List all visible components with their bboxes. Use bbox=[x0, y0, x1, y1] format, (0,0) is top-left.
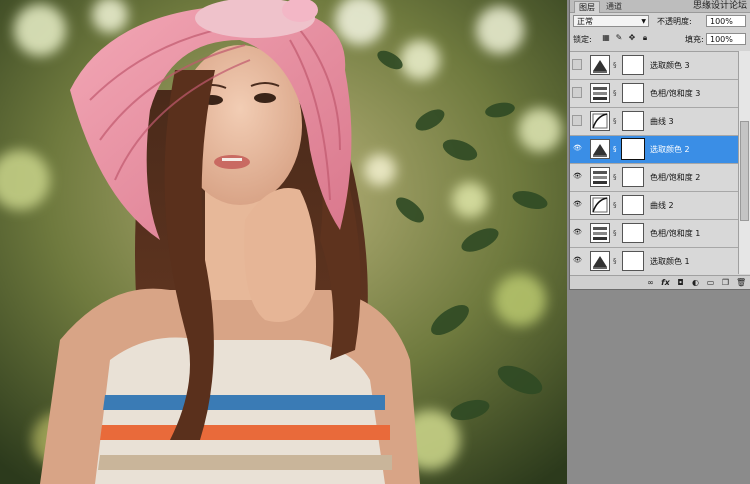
layer-mask-thumbnail[interactable] bbox=[622, 251, 644, 271]
visibility-toggle[interactable] bbox=[572, 87, 582, 98]
layers-panel: 图层 通道 思缘设计论坛 正常 ▼ 不透明度: 100% 锁定: ▦ ✎ ✥ 🔒… bbox=[569, 0, 750, 290]
layer-mask-thumbnail[interactable] bbox=[622, 55, 644, 75]
eye-icon[interactable]: 👁︎ bbox=[572, 143, 582, 154]
eye-icon[interactable]: 👁︎ bbox=[572, 227, 582, 238]
curves-icon[interactable] bbox=[590, 111, 610, 131]
chain-link-icon[interactable]: § bbox=[613, 89, 617, 97]
lock-icons: ▦ ✎ ✥ 🔒︎ bbox=[601, 33, 650, 43]
layer-name: 色相/饱和度 2 bbox=[650, 173, 701, 182]
lock-transparent-icon[interactable]: ▦ bbox=[601, 33, 611, 43]
chain-link-icon[interactable]: § bbox=[613, 61, 617, 69]
layers-scrollbar[interactable] bbox=[738, 51, 750, 274]
new-layer-icon[interactable]: ❐ bbox=[721, 278, 730, 287]
chain-link-icon[interactable]: § bbox=[613, 229, 617, 237]
chevron-down-icon: ▼ bbox=[641, 18, 646, 25]
scrollbar-thumb[interactable] bbox=[740, 121, 749, 221]
photo-illustration bbox=[0, 0, 567, 484]
blend-mode-select[interactable]: 正常 ▼ bbox=[573, 15, 649, 27]
lock-move-icon[interactable]: ✥ bbox=[627, 33, 637, 43]
layer-row[interactable]: § 选取颜色 3 bbox=[570, 52, 738, 80]
visibility-toggle[interactable] bbox=[572, 59, 582, 70]
selective-color-icon[interactable] bbox=[590, 55, 610, 75]
layer-name: 色相/饱和度 3 bbox=[650, 89, 701, 98]
lock-label: 锁定: bbox=[573, 35, 592, 44]
chain-link-icon[interactable]: § bbox=[613, 145, 617, 153]
chain-link-icon[interactable]: § bbox=[613, 173, 617, 181]
lock-fill-row: 锁定: ▦ ✎ ✥ 🔒︎ 填充: 100% bbox=[573, 33, 748, 47]
layer-name: 选取颜色 3 bbox=[650, 61, 690, 70]
layer-name: 选取颜色 2 bbox=[650, 145, 690, 154]
layer-row[interactable]: 👁︎ § 曲线 2 bbox=[570, 192, 738, 220]
adjustment-layer-icon[interactable]: ◐ bbox=[691, 278, 700, 287]
eye-icon[interactable]: 👁︎ bbox=[572, 171, 582, 182]
layers-list: § 选取颜色 3 § 色相/饱和度 3 § 曲线 3 👁︎ § 选取颜色 2 👁︎ § 色相/饱和度 … bbox=[570, 51, 738, 276]
visibility-toggle[interactable] bbox=[572, 115, 582, 126]
watermark-text: 思缘设计论坛 bbox=[692, 1, 747, 11]
hue-saturation-icon[interactable] bbox=[590, 167, 610, 187]
layer-name: 曲线 2 bbox=[650, 201, 674, 210]
chain-link-icon[interactable]: § bbox=[613, 257, 617, 265]
layer-row[interactable]: 👁︎ § 色相/饱和度 1 bbox=[570, 220, 738, 248]
group-folder-icon[interactable]: ▭ bbox=[706, 278, 715, 287]
blend-opacity-row: 正常 ▼ 不透明度: 100% bbox=[573, 15, 748, 29]
eye-icon[interactable]: 👁︎ bbox=[572, 199, 582, 210]
hue-saturation-icon[interactable] bbox=[590, 223, 610, 243]
layer-mask-thumbnail[interactable] bbox=[622, 83, 644, 103]
curves-icon[interactable] bbox=[590, 195, 610, 215]
fx-icon[interactable]: fx bbox=[661, 278, 670, 287]
layer-mask-thumbnail[interactable] bbox=[622, 111, 644, 131]
layer-mask-thumbnail[interactable] bbox=[622, 167, 644, 187]
lock-all-icon[interactable]: 🔒︎ bbox=[640, 33, 650, 43]
hue-saturation-icon[interactable] bbox=[590, 83, 610, 103]
panel-bottom-toolbar: ∞ fx ◘ ◐ ▭ ❐ 🗑︎ bbox=[570, 275, 750, 289]
layer-mask-thumbnail[interactable] bbox=[621, 138, 645, 160]
chain-link-icon[interactable]: § bbox=[613, 117, 617, 125]
fill-field[interactable]: 100% bbox=[706, 33, 746, 45]
eye-icon[interactable]: 👁︎ bbox=[572, 255, 582, 266]
lock-brush-icon[interactable]: ✎ bbox=[614, 33, 624, 43]
canvas-photo bbox=[0, 0, 567, 484]
blend-mode-value: 正常 bbox=[577, 17, 593, 26]
layer-row[interactable]: 👁︎ § 选取颜色 2 bbox=[570, 136, 738, 164]
selective-color-icon[interactable] bbox=[590, 251, 610, 271]
fill-label: 填充: bbox=[685, 35, 704, 44]
layer-name: 色相/饱和度 1 bbox=[650, 229, 701, 238]
layer-mask-thumbnail[interactable] bbox=[622, 223, 644, 243]
tab-channels[interactable]: 通道 bbox=[602, 1, 626, 12]
panel-tabs: 图层 通道 思缘设计论坛 bbox=[570, 0, 750, 13]
opacity-label: 不透明度: bbox=[657, 17, 692, 26]
trash-icon[interactable]: 🗑︎ bbox=[736, 278, 746, 287]
layer-row[interactable]: 👁︎ § 选取颜色 1 bbox=[570, 248, 738, 276]
layer-row[interactable]: § 色相/饱和度 3 bbox=[570, 80, 738, 108]
selective-color-icon[interactable] bbox=[590, 139, 610, 159]
layer-name: 选取颜色 1 bbox=[650, 257, 690, 266]
add-mask-icon[interactable]: ◘ bbox=[676, 278, 685, 287]
layer-name: 曲线 3 bbox=[650, 117, 674, 126]
link-layers-icon[interactable]: ∞ bbox=[646, 278, 655, 287]
layer-mask-thumbnail[interactable] bbox=[622, 195, 644, 215]
tab-layers[interactable]: 图层 bbox=[574, 1, 600, 13]
opacity-field[interactable]: 100% bbox=[706, 15, 746, 27]
chain-link-icon[interactable]: § bbox=[613, 201, 617, 209]
layer-row[interactable]: 👁︎ § 色相/饱和度 2 bbox=[570, 164, 738, 192]
layer-row[interactable]: § 曲线 3 bbox=[570, 108, 738, 136]
